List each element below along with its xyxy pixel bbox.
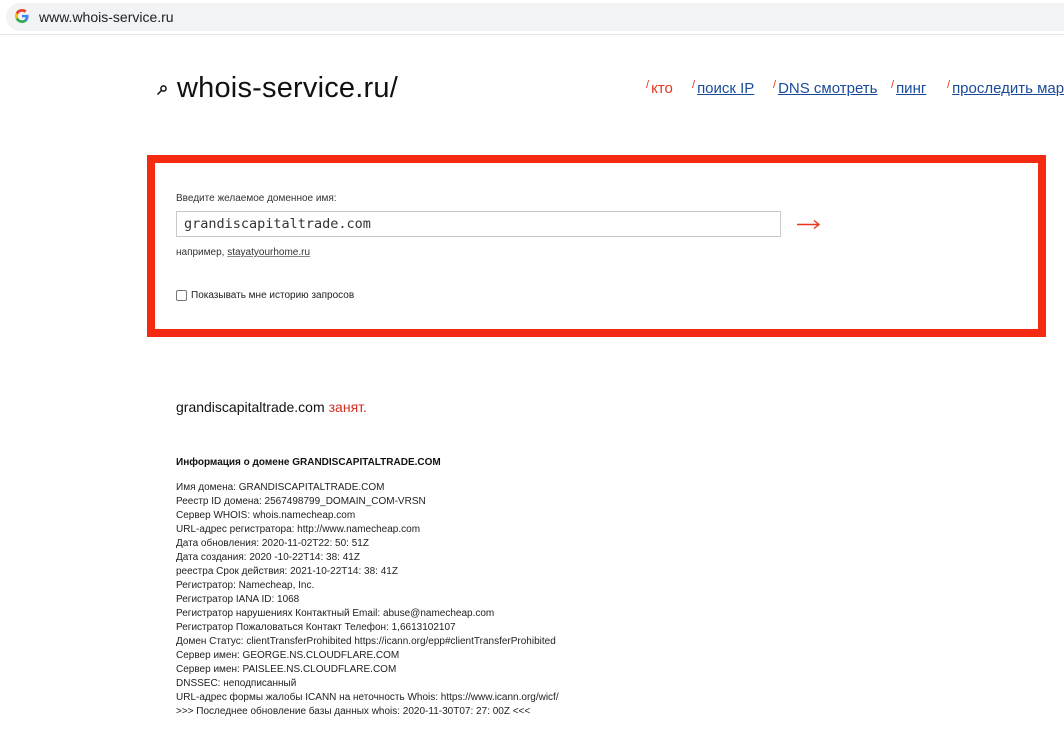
- nav-label: кто: [651, 80, 673, 97]
- search-key-icon: [156, 85, 167, 96]
- info-line: URL-адрес формы жалобы ICANN на неточнос…: [176, 692, 559, 703]
- nav-item-dns[interactable]: / DNS смотреть: [773, 79, 877, 97]
- tick-mark: /: [773, 79, 777, 91]
- domain-input[interactable]: [176, 211, 781, 237]
- nav-item-traceroute[interactable]: /проследить маршрут: [947, 79, 1064, 97]
- info-line: Сервер имен: GEORGE.NS.CLOUDFLARE.COM: [176, 650, 400, 661]
- result-line: grandiscapitaltrade.com занят.: [176, 399, 367, 415]
- info-line: Сервер WHOIS: whois.namecheap.com: [176, 510, 356, 521]
- logo-text: whois-service.ru/: [177, 72, 398, 104]
- history-option[interactable]: Показывать мне историю запросов: [176, 290, 354, 301]
- info-line: URL-адрес регистратора: http://www.namec…: [176, 524, 421, 535]
- info-line: Регистратор: Namecheap, Inc.: [176, 580, 315, 591]
- domain-field-label: Введите желаемое доменное имя:: [176, 193, 337, 204]
- whois-info-list: Имя домена: GRANDISCAPITALTRADE.COM Реес…: [176, 481, 559, 719]
- info-line: Дата создания: 2020 -10-22T14: 38: 41Z: [176, 552, 360, 563]
- info-line: Сервер имен: PAISLEE.NS.CLOUDFLARE.COM: [176, 664, 397, 675]
- tick-mark: /: [692, 79, 696, 91]
- status-text: занят.: [328, 399, 367, 415]
- address-url[interactable]: www.whois-service.ru: [39, 9, 174, 25]
- info-line: Домен Статус: clientTransferProhibited h…: [176, 636, 556, 647]
- tick-mark: /: [947, 79, 951, 91]
- example-link[interactable]: stayatyourhome.ru: [227, 247, 310, 258]
- nav-link[interactable]: DNS смотреть: [778, 80, 877, 97]
- nav-link[interactable]: проследить маршрут: [952, 80, 1064, 97]
- highlight-frame: [147, 155, 1046, 337]
- example-prefix: например,: [176, 247, 225, 258]
- info-line: Имя домена: GRANDISCAPITALTRADE.COM: [176, 482, 385, 493]
- history-label: Показывать мне историю запросов: [191, 290, 355, 301]
- nav-item-ping[interactable]: / пинг: [891, 79, 926, 97]
- result-domain: grandiscapitaltrade.com: [176, 399, 325, 415]
- info-line: Реестр ID домена: 2567498799_DOMAIN_COM-…: [176, 496, 426, 507]
- browser-address-bar: www.whois-service.ru: [0, 0, 1064, 35]
- tick-mark: /: [646, 79, 650, 91]
- nav-link[interactable]: пинг: [896, 80, 926, 97]
- example-hint: например, stayatyourhome.ru: [176, 247, 310, 258]
- submit-button[interactable]: [795, 211, 823, 237]
- info-line: Регистратор Пожаловаться Контакт Телефон…: [176, 622, 456, 633]
- nav-item-ip-search[interactable]: / поиск IP: [692, 79, 754, 97]
- nav-link[interactable]: поиск IP: [697, 80, 754, 97]
- tick-mark: /: [891, 79, 895, 91]
- info-line: >>> Последнее обновление базы данных who…: [176, 706, 531, 717]
- google-g-icon: [15, 9, 29, 23]
- nav-item-kto[interactable]: / кто: [646, 79, 673, 97]
- arrow-right-icon: [797, 219, 821, 230]
- info-line: реестра Срок действия: 2021-10-22T14: 38…: [176, 566, 398, 577]
- history-checkbox[interactable]: [176, 290, 187, 301]
- whois-info-heading: Информация о домене GRANDISCAPITALTRADE.…: [176, 457, 441, 468]
- page: www.whois-service.ru whois-service.ru/ /…: [0, 0, 1064, 730]
- info-line: DNSSEC: неподписанный: [176, 678, 297, 689]
- info-line: Регистратор IANA ID: 1068: [176, 594, 300, 605]
- info-line: Дата обновления: 2020-11-02T22: 50: 51Z: [176, 538, 369, 549]
- info-line: Регистратор нарушениях Контактный Email:…: [176, 608, 495, 619]
